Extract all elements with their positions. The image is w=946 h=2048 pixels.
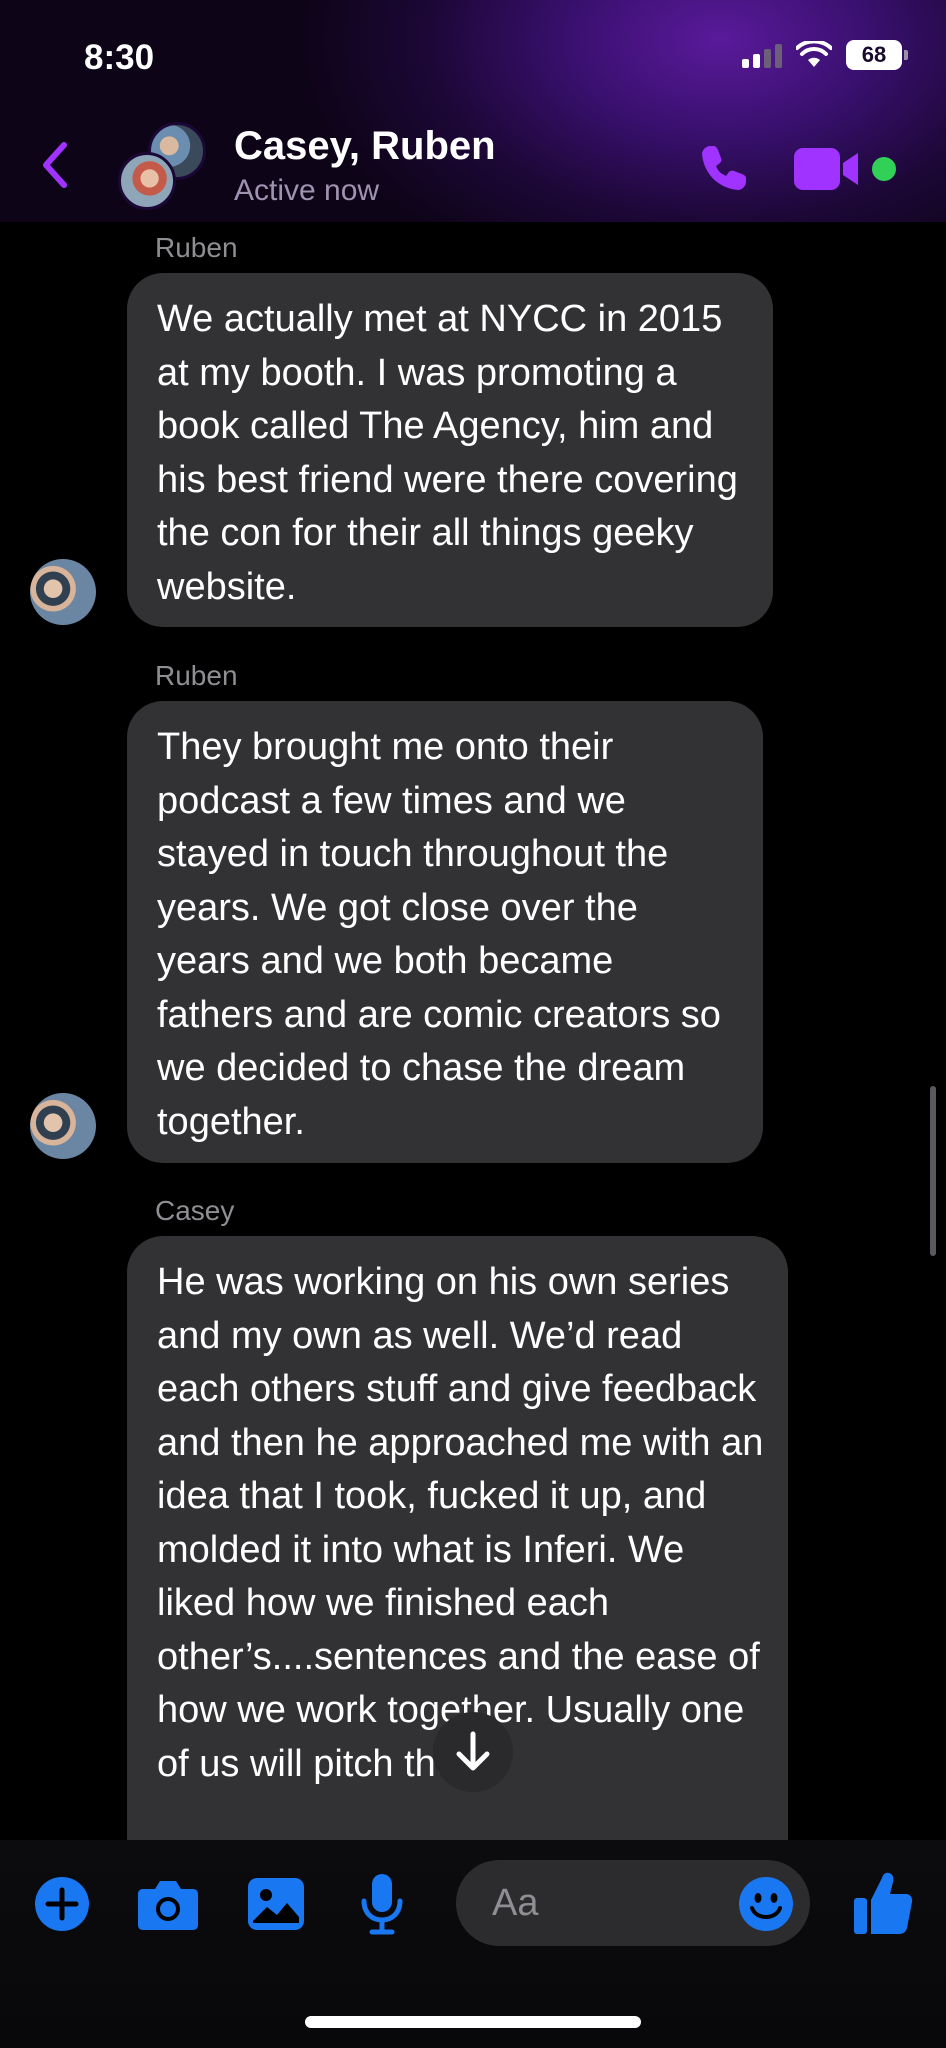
sender-name: Ruben [155, 660, 238, 691]
gallery-icon [248, 1878, 304, 1930]
signal-icon [742, 42, 782, 68]
scroll-to-bottom-button[interactable] [433, 1712, 513, 1792]
thumbs-up-icon [854, 1872, 913, 1934]
wifi-icon [796, 41, 832, 67]
conversation-title[interactable]: Casey, Ruben [234, 124, 496, 169]
camera-icon [138, 1881, 198, 1930]
emoji-icon [739, 1877, 793, 1931]
avatar[interactable] [30, 559, 96, 625]
voice-message-button[interactable] [350, 1872, 414, 1936]
scrollbar[interactable] [930, 1086, 936, 1256]
sender-name: Casey [155, 1195, 235, 1226]
avatar [118, 152, 176, 210]
gallery-button[interactable] [244, 1872, 308, 1936]
back-button[interactable] [40, 140, 80, 190]
camera-button[interactable] [136, 1872, 200, 1936]
group-avatar[interactable] [118, 122, 218, 212]
emoji-button[interactable] [738, 1876, 794, 1932]
phone-icon [702, 146, 746, 190]
online-indicator [872, 157, 896, 181]
conversation-header: 8:30 68 Casey, Ruben Active now [0, 0, 946, 222]
sender-name: Ruben [155, 232, 238, 263]
message-bubble[interactable]: They brought me onto their podcast a few… [127, 701, 763, 1163]
video-camera-icon [794, 148, 858, 190]
arrow-down-icon [456, 1731, 490, 1771]
like-button[interactable] [852, 1870, 914, 1936]
microphone-icon [361, 1874, 403, 1935]
presence-status: Active now [234, 174, 380, 207]
battery-icon: 68 [846, 40, 908, 70]
audio-call-button[interactable] [696, 140, 752, 196]
status-time: 8:30 [84, 38, 155, 77]
status-icons: 68 [742, 40, 908, 70]
message-bubble[interactable]: We actually met at NYCC in 2015 at my bo… [127, 273, 773, 627]
more-actions-button[interactable] [30, 1872, 94, 1936]
chevron-left-icon [43, 142, 67, 188]
plus-icon [35, 1877, 89, 1931]
video-call-button[interactable] [794, 148, 860, 190]
avatar[interactable] [30, 1093, 96, 1159]
message-bubble[interactable]: He was working on his own series and my … [127, 1236, 788, 1896]
home-indicator[interactable] [305, 2016, 641, 2028]
